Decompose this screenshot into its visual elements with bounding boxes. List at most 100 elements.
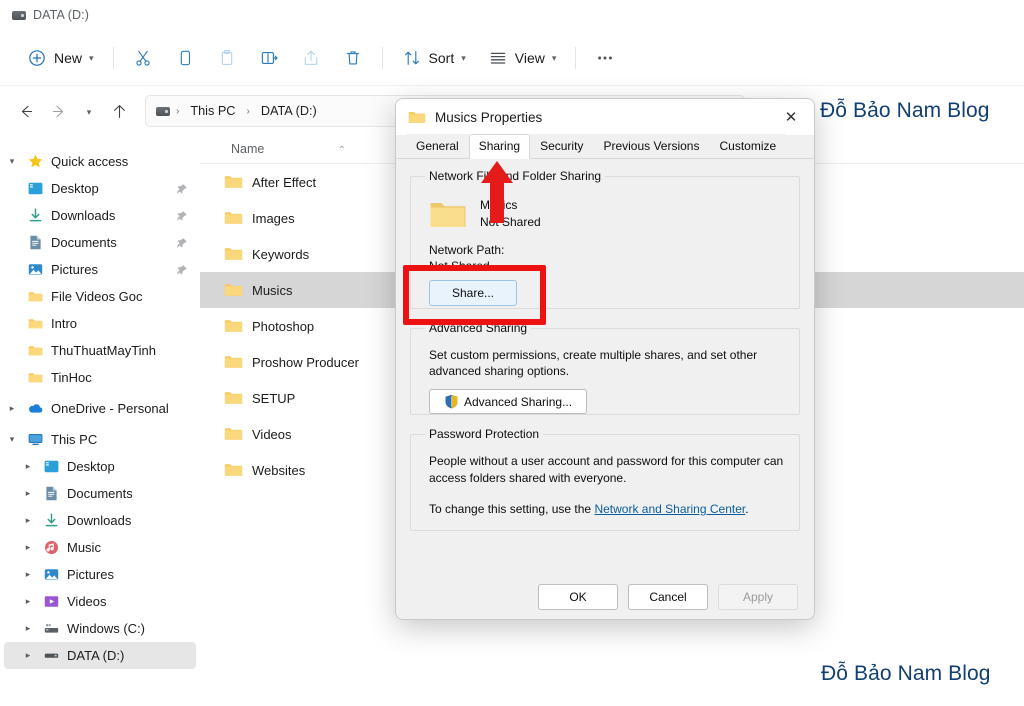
sidebar-item-thuthuatmaytinh[interactable]: ThuThuatMayTinh xyxy=(4,337,196,364)
tab-sharing[interactable]: Sharing xyxy=(468,134,531,159)
arrow-left-icon xyxy=(21,105,32,117)
sidebar-item-data-d[interactable]: ▸ DATA (D:) xyxy=(4,642,196,669)
sort-arrows-icon xyxy=(404,50,419,65)
sidebar-item-label: Intro xyxy=(51,316,78,331)
advanced-sharing-group: Advanced Sharing Set custom permissions,… xyxy=(410,321,800,415)
sidebar-item-label: Windows (C:) xyxy=(67,621,146,636)
share-button[interactable]: Share... xyxy=(429,280,517,306)
delete-button[interactable] xyxy=(332,41,374,75)
breadcrumb-data-d[interactable]: DATA (D:) xyxy=(256,102,322,120)
tab-previous-versions[interactable]: Previous Versions xyxy=(593,134,710,158)
cut-button[interactable] xyxy=(122,41,164,75)
chevron-down-icon: ▾ xyxy=(551,53,557,63)
sort-button[interactable]: Sort ▾ xyxy=(391,41,477,75)
pin-icon[interactable] xyxy=(176,264,188,276)
chevron-right-icon[interactable]: ▸ xyxy=(20,569,36,580)
chevron-right-icon[interactable]: ▸ xyxy=(4,403,20,414)
sidebar-item-label: Documents xyxy=(67,486,133,501)
arrow-right-icon xyxy=(52,105,63,117)
folder-icon xyxy=(28,373,43,383)
file-name: Keywords xyxy=(252,246,310,262)
file-name: SETUP xyxy=(252,390,296,406)
sidebar-item-pictures[interactable]: Pictures xyxy=(4,256,196,283)
sidebar-item-onedrive-personal[interactable]: ▸ OneDrive - Personal xyxy=(4,395,196,422)
chevron-right-icon[interactable]: ▸ xyxy=(20,542,36,553)
sidebar-item-downloads[interactable]: Downloads xyxy=(4,202,196,229)
sidebar-item-file-videos-goc[interactable]: File Videos Goc xyxy=(4,283,196,310)
advanced-sharing-button[interactable]: Advanced Sharing... xyxy=(429,389,588,414)
chevron-right-icon[interactable]: ▸ xyxy=(20,623,36,634)
folder-icon xyxy=(224,464,243,476)
sidebar-item-desktop[interactable]: Desktop xyxy=(4,175,196,202)
folder-icon xyxy=(28,292,43,302)
cancel-button[interactable]: Cancel xyxy=(628,584,708,610)
sidebar-item-pc-desktop[interactable]: ▸ Desktop xyxy=(4,453,196,480)
ok-button[interactable]: OK xyxy=(538,584,618,610)
sidebar-group-this-pc[interactable]: ▾ This PC xyxy=(4,426,196,453)
videos-icon xyxy=(44,596,59,607)
network-and-sharing-center-link[interactable]: Network and Sharing Center xyxy=(594,502,745,516)
sidebar-item-pc-downloads[interactable]: ▸ Downloads xyxy=(4,507,196,534)
folder-icon xyxy=(430,202,466,227)
sidebar-item-label: Downloads xyxy=(67,513,132,528)
navigation-sidebar[interactable]: ▾ Quick access Desktop Downloads Documen… xyxy=(0,134,200,706)
more-options-button[interactable] xyxy=(584,41,626,75)
group-legend: Network File and Folder Sharing xyxy=(429,169,602,183)
chevron-right-icon[interactable]: ▸ xyxy=(20,461,36,472)
sidebar-item-label: Documents xyxy=(51,235,117,250)
pin-icon[interactable] xyxy=(176,237,188,249)
advanced-sharing-description: Set custom permissions, create multiple … xyxy=(429,348,758,378)
sidebar-item-intro[interactable]: Intro xyxy=(4,310,196,337)
sidebar-item-label: Desktop xyxy=(67,459,115,474)
dialog-title: Musics Properties xyxy=(435,109,543,125)
dialog-tabstrip[interactable]: General Sharing Security Previous Versio… xyxy=(396,134,814,159)
breadcrumb-this-pc[interactable]: This PC xyxy=(185,102,240,120)
musics-properties-dialog: Musics Properties ✕ General Sharing Secu… xyxy=(395,98,815,620)
sidebar-item-tinhoc[interactable]: TinHoc xyxy=(4,364,196,391)
tab-customize[interactable]: Customize xyxy=(709,134,787,158)
chevron-down-icon[interactable]: ▾ xyxy=(4,156,20,167)
drive-icon xyxy=(44,653,59,658)
file-name: Images xyxy=(252,210,295,226)
desktop-icon xyxy=(28,182,43,195)
pin-icon[interactable] xyxy=(176,210,188,222)
paste-icon xyxy=(221,49,232,65)
column-header-name[interactable]: Name ⌃ xyxy=(200,142,360,156)
copy-button[interactable] xyxy=(164,41,206,75)
chevron-down-icon[interactable]: ▾ xyxy=(4,434,20,445)
chevron-right-icon[interactable]: ▸ xyxy=(20,596,36,607)
forward-button[interactable] xyxy=(42,94,76,128)
chevron-right-icon[interactable]: ▸ xyxy=(20,515,36,526)
back-button[interactable] xyxy=(8,94,42,128)
dialog-body: Network File and Folder Sharing Musics N… xyxy=(396,159,814,619)
command-toolbar: New ▾ Sort ▾ View ▾ xyxy=(0,30,1024,86)
share-button[interactable] xyxy=(290,41,332,75)
recent-locations-button[interactable]: ▾ xyxy=(76,94,102,128)
sidebar-item-documents[interactable]: Documents xyxy=(4,229,196,256)
sidebar-item-pc-pictures[interactable]: ▸ Pictures xyxy=(4,561,196,588)
close-icon[interactable]: ✕ xyxy=(768,99,814,135)
sidebar-group-quick-access[interactable]: ▾ Quick access xyxy=(4,148,196,175)
chevron-right-icon[interactable]: ▸ xyxy=(20,650,36,661)
folder-icon xyxy=(408,111,426,123)
sidebar-item-pc-videos[interactable]: ▸ Videos xyxy=(4,588,196,615)
pin-icon[interactable] xyxy=(176,183,188,195)
rename-button[interactable] xyxy=(248,41,290,75)
up-button[interactable] xyxy=(102,94,136,128)
tab-security[interactable]: Security xyxy=(530,134,594,158)
view-button-label: View xyxy=(514,49,545,66)
file-name: Proshow Producer xyxy=(252,354,359,370)
advanced-sharing-button-label: Advanced Sharing... xyxy=(464,394,573,409)
sidebar-item-pc-documents[interactable]: ▸ Documents xyxy=(4,480,196,507)
new-button[interactable]: New ▾ xyxy=(16,41,105,75)
sidebar-item-label: Videos xyxy=(67,594,107,609)
sidebar-item-pc-music[interactable]: ▸ Music xyxy=(4,534,196,561)
plus-circle-icon xyxy=(29,49,45,66)
tab-general[interactable]: General xyxy=(406,134,469,158)
view-button[interactable]: View ▾ xyxy=(477,41,568,75)
sidebar-item-windows-c[interactable]: ▸ Windows (C:) xyxy=(4,615,196,642)
paste-button[interactable] xyxy=(206,41,248,75)
chevron-right-icon[interactable]: ▸ xyxy=(20,488,36,499)
share-icon xyxy=(304,50,317,65)
trash-icon xyxy=(346,50,359,64)
